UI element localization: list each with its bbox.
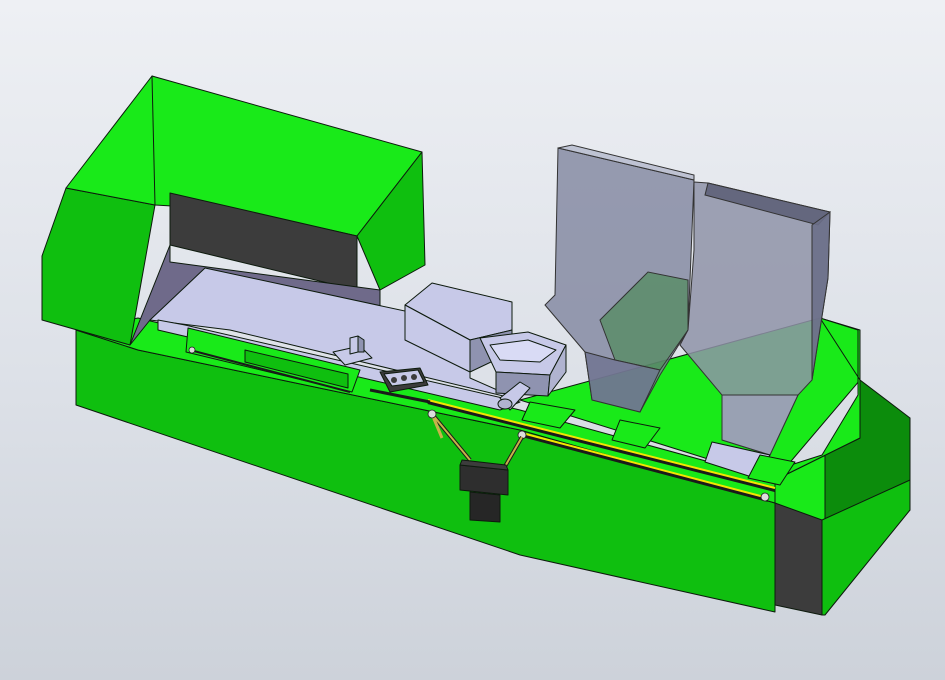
cad-viewport[interactable] [0,0,945,680]
lathe-assembly-model[interactable] [0,0,945,680]
